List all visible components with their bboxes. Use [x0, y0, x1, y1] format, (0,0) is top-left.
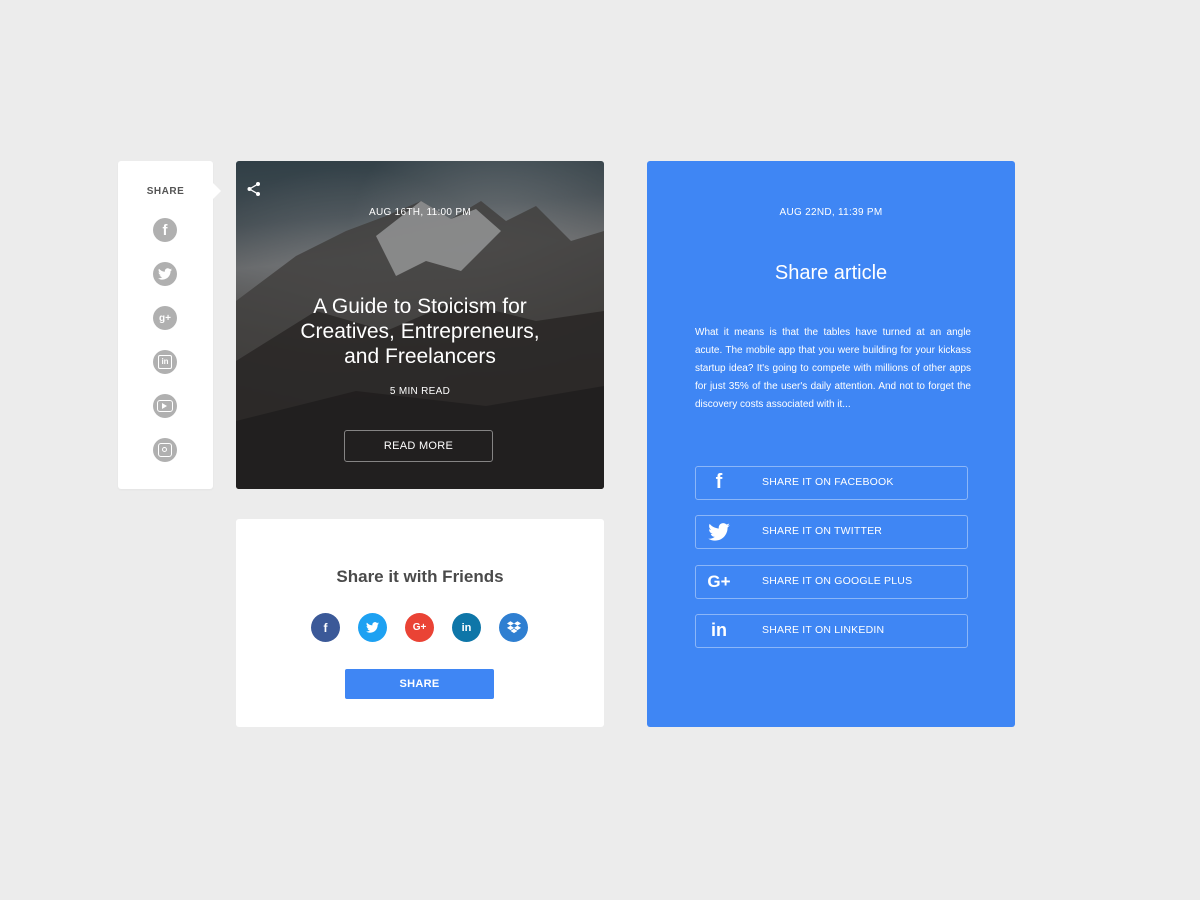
article-date: AUG 16TH, 11:00 PM: [369, 207, 471, 218]
sidebar-title: SHARE: [146, 186, 185, 197]
facebook-icon[interactable]: f: [311, 613, 340, 642]
linkedin-icon[interactable]: in: [452, 613, 481, 642]
facebook-icon[interactable]: f: [153, 218, 177, 242]
article-card[interactable]: AUG 16TH, 11:00 PM A Guide to Stoicism f…: [236, 161, 604, 489]
share-facebook-button[interactable]: f SHARE IT ON FACEBOOK: [695, 466, 968, 500]
share-icon[interactable]: [246, 181, 262, 197]
read-more-button[interactable]: READ MORE: [344, 430, 493, 462]
youtube-icon[interactable]: [153, 394, 177, 418]
article-title[interactable]: A Guide to Stoicism for Creatives, Entre…: [280, 294, 560, 369]
share-button[interactable]: SHARE: [345, 669, 494, 699]
dropbox-icon[interactable]: [499, 613, 528, 642]
twitter-icon: [704, 516, 734, 547]
share-linkedin-button[interactable]: in SHARE IT ON LINKEDIN: [695, 614, 968, 648]
read-time: 5 MIN READ: [389, 386, 451, 397]
twitter-icon[interactable]: [358, 613, 387, 642]
twitter-icon[interactable]: [153, 262, 177, 286]
share-friends-card: Share it with Friends f G+ in SHARE: [236, 519, 604, 727]
google-plus-icon: G+: [707, 571, 731, 591]
panel-body: What it means is that the tables have tu…: [695, 327, 971, 410]
google-plus-icon[interactable]: g+: [153, 306, 177, 330]
share-google-plus-button[interactable]: G+ SHARE IT ON GOOGLE PLUS: [695, 565, 968, 599]
share-linkedin-label: SHARE IT ON LINKEDIN: [762, 624, 885, 636]
facebook-icon: f: [715, 471, 723, 493]
linkedin-icon[interactable]: in: [153, 350, 177, 374]
share-twitter-button[interactable]: SHARE IT ON TWITTER: [695, 515, 968, 549]
instagram-icon[interactable]: [153, 438, 177, 462]
share-twitter-label: SHARE IT ON TWITTER: [762, 525, 883, 537]
share-google-plus-label: SHARE IT ON GOOGLE PLUS: [762, 575, 913, 587]
share-facebook-label: SHARE IT ON FACEBOOK: [762, 476, 894, 488]
share-article-panel: AUG 22ND, 11:39 PM Share article What it…: [647, 161, 1015, 727]
friends-title: Share it with Friends: [336, 567, 504, 586]
share-sidebar: SHARE f g+ in: [118, 161, 221, 489]
linkedin-icon: in: [711, 620, 727, 640]
panel-title: Share article: [774, 262, 888, 284]
panel-date: AUG 22ND, 11:39 PM: [779, 207, 883, 218]
google-plus-icon[interactable]: G+: [405, 613, 434, 642]
